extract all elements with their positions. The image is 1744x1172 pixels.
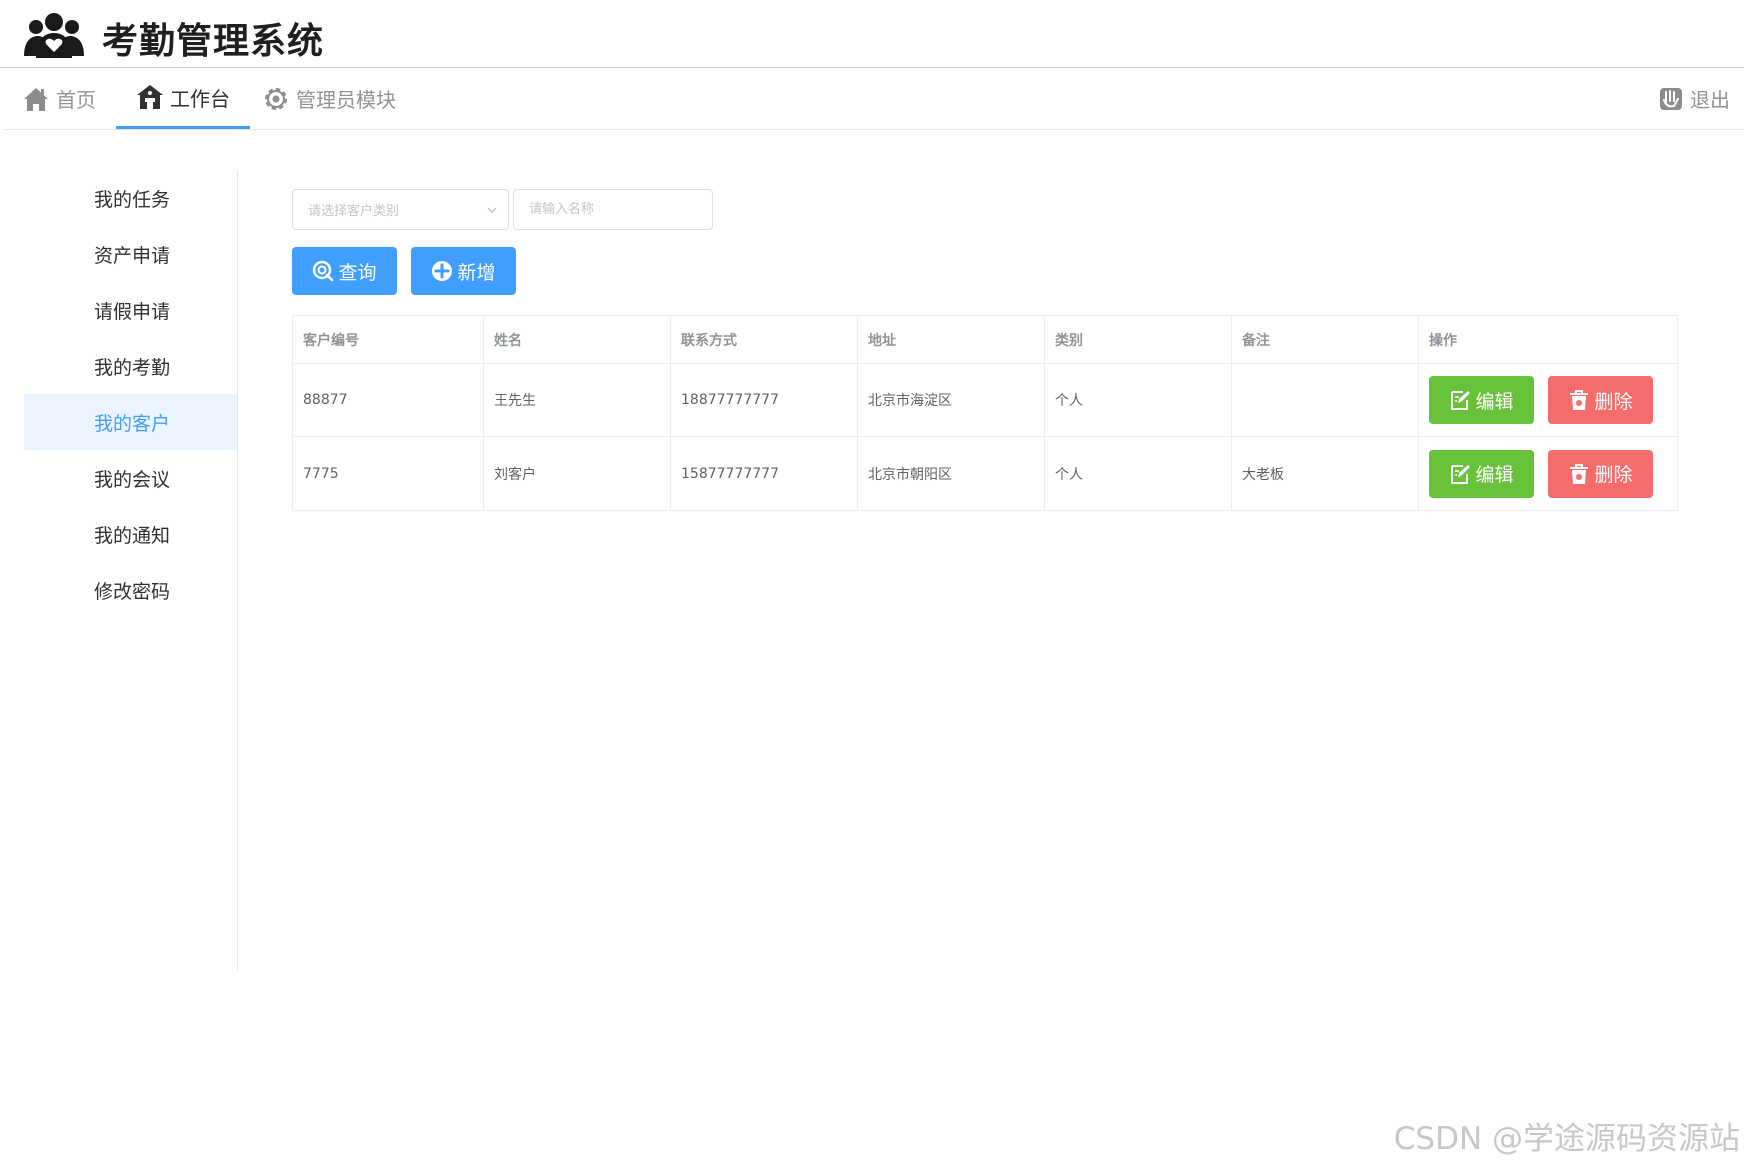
edit-button[interactable]: 编辑 xyxy=(1429,449,1534,498)
column-header-category: 类别 xyxy=(1045,316,1232,363)
cell-actions: 编辑 删除 xyxy=(1419,364,1677,436)
sidebar-item-notices[interactable]: 我的通知 xyxy=(24,506,237,562)
cell-phone: 18877777777 xyxy=(671,364,858,436)
cell-note: 大老板 xyxy=(1232,437,1419,510)
cell-address: 北京市朝阳区 xyxy=(858,437,1045,510)
add-icon xyxy=(432,261,453,281)
search-button-label: 查询 xyxy=(338,261,377,284)
nav-admin-label: 管理员模块 xyxy=(296,88,396,112)
app-header: 考勤管理系统 xyxy=(0,0,1744,68)
table-row: 7775 刘客户 15877777777 北京市朝阳区 个人 大老板 编辑 删除 xyxy=(293,437,1677,510)
edit-button-label: 编辑 xyxy=(1475,390,1514,413)
edit-icon xyxy=(1451,464,1471,484)
column-header-note: 备注 xyxy=(1232,316,1419,363)
delete-button-label: 删除 xyxy=(1594,390,1633,413)
sidebar-item-change-password[interactable]: 修改密码 xyxy=(24,562,237,618)
cell-phone: 15877777777 xyxy=(671,437,858,510)
category-select-placeholder: 请选择客户类别 xyxy=(308,204,400,219)
watermark: CSDN @学途源码资源站 xyxy=(1393,1121,1740,1157)
column-header-id: 客户编号 xyxy=(293,316,484,363)
cell-id: 88877 xyxy=(293,364,484,436)
add-button[interactable]: 新增 xyxy=(411,247,516,295)
nav-workbench-label: 工作台 xyxy=(170,86,230,111)
column-header-phone: 联系方式 xyxy=(671,316,858,363)
edit-button-label: 编辑 xyxy=(1475,464,1514,486)
trash-icon xyxy=(1570,463,1589,484)
top-nav: 首页 工作台 管理员模块 退出 xyxy=(4,68,1744,130)
category-select[interactable]: 请选择客户类别 xyxy=(292,189,509,230)
nav-home-label: 首页 xyxy=(56,88,96,112)
logout-icon xyxy=(1660,87,1682,110)
home-icon xyxy=(24,87,48,111)
sidebar-item-tasks[interactable]: 我的任务 xyxy=(24,170,237,226)
name-search-input[interactable] xyxy=(513,189,713,230)
logout-button[interactable]: 退出 xyxy=(1658,68,1730,129)
table-header: 客户编号 姓名 联系方式 地址 类别 备注 操作 xyxy=(293,316,1677,364)
users-heart-icon xyxy=(24,13,84,58)
trash-icon xyxy=(1570,390,1589,410)
cell-actions: 编辑 删除 xyxy=(1419,437,1677,510)
cell-name: 刘客户 xyxy=(484,437,671,510)
search-icon xyxy=(313,260,334,282)
nav-workbench[interactable]: 工作台 xyxy=(116,68,250,129)
cell-note xyxy=(1232,364,1419,436)
search-button[interactable]: 查询 xyxy=(292,247,397,295)
table-row: 88877 王先生 18877777777 北京市海淀区 个人 编辑 删除 xyxy=(293,364,1677,437)
cell-id: 7775 xyxy=(293,437,484,510)
column-header-address: 地址 xyxy=(858,316,1045,363)
cell-category: 个人 xyxy=(1045,364,1232,436)
cell-address: 北京市海淀区 xyxy=(858,364,1045,436)
column-header-name: 姓名 xyxy=(484,316,671,363)
cell-category: 个人 xyxy=(1045,437,1232,510)
edit-icon xyxy=(1451,391,1471,410)
delete-button-label: 删除 xyxy=(1594,464,1633,486)
delete-button[interactable]: 删除 xyxy=(1548,449,1653,498)
delete-button[interactable]: 删除 xyxy=(1548,376,1653,424)
customer-table: 客户编号 姓名 联系方式 地址 类别 备注 操作 88877 王先生 18877… xyxy=(292,315,1678,511)
chevron-down-icon xyxy=(487,207,497,214)
sidebar-item-attendance[interactable]: 我的考勤 xyxy=(24,338,237,394)
add-button-label: 新增 xyxy=(457,261,496,284)
sidebar-item-asset-apply[interactable]: 资产申请 xyxy=(24,226,237,282)
nav-admin[interactable]: 管理员模块 xyxy=(262,68,396,129)
sidebar: 我的任务 资产申请 请假申请 我的考勤 我的客户 我的会议 我的通知 修改密码 xyxy=(24,170,238,970)
nav-home[interactable]: 首页 xyxy=(22,68,96,129)
edit-button[interactable]: 编辑 xyxy=(1429,376,1534,424)
sidebar-item-customers[interactable]: 我的客户 xyxy=(24,394,237,450)
workbench-icon xyxy=(137,85,163,109)
column-header-actions: 操作 xyxy=(1429,332,1457,349)
app-title: 考勤管理系统 xyxy=(102,21,325,62)
sidebar-item-leave-apply[interactable]: 请假申请 xyxy=(24,282,237,338)
logout-label: 退出 xyxy=(1690,88,1730,112)
cell-name: 王先生 xyxy=(484,364,671,436)
sidebar-item-meetings[interactable]: 我的会议 xyxy=(24,450,237,506)
gear-icon xyxy=(265,87,287,110)
